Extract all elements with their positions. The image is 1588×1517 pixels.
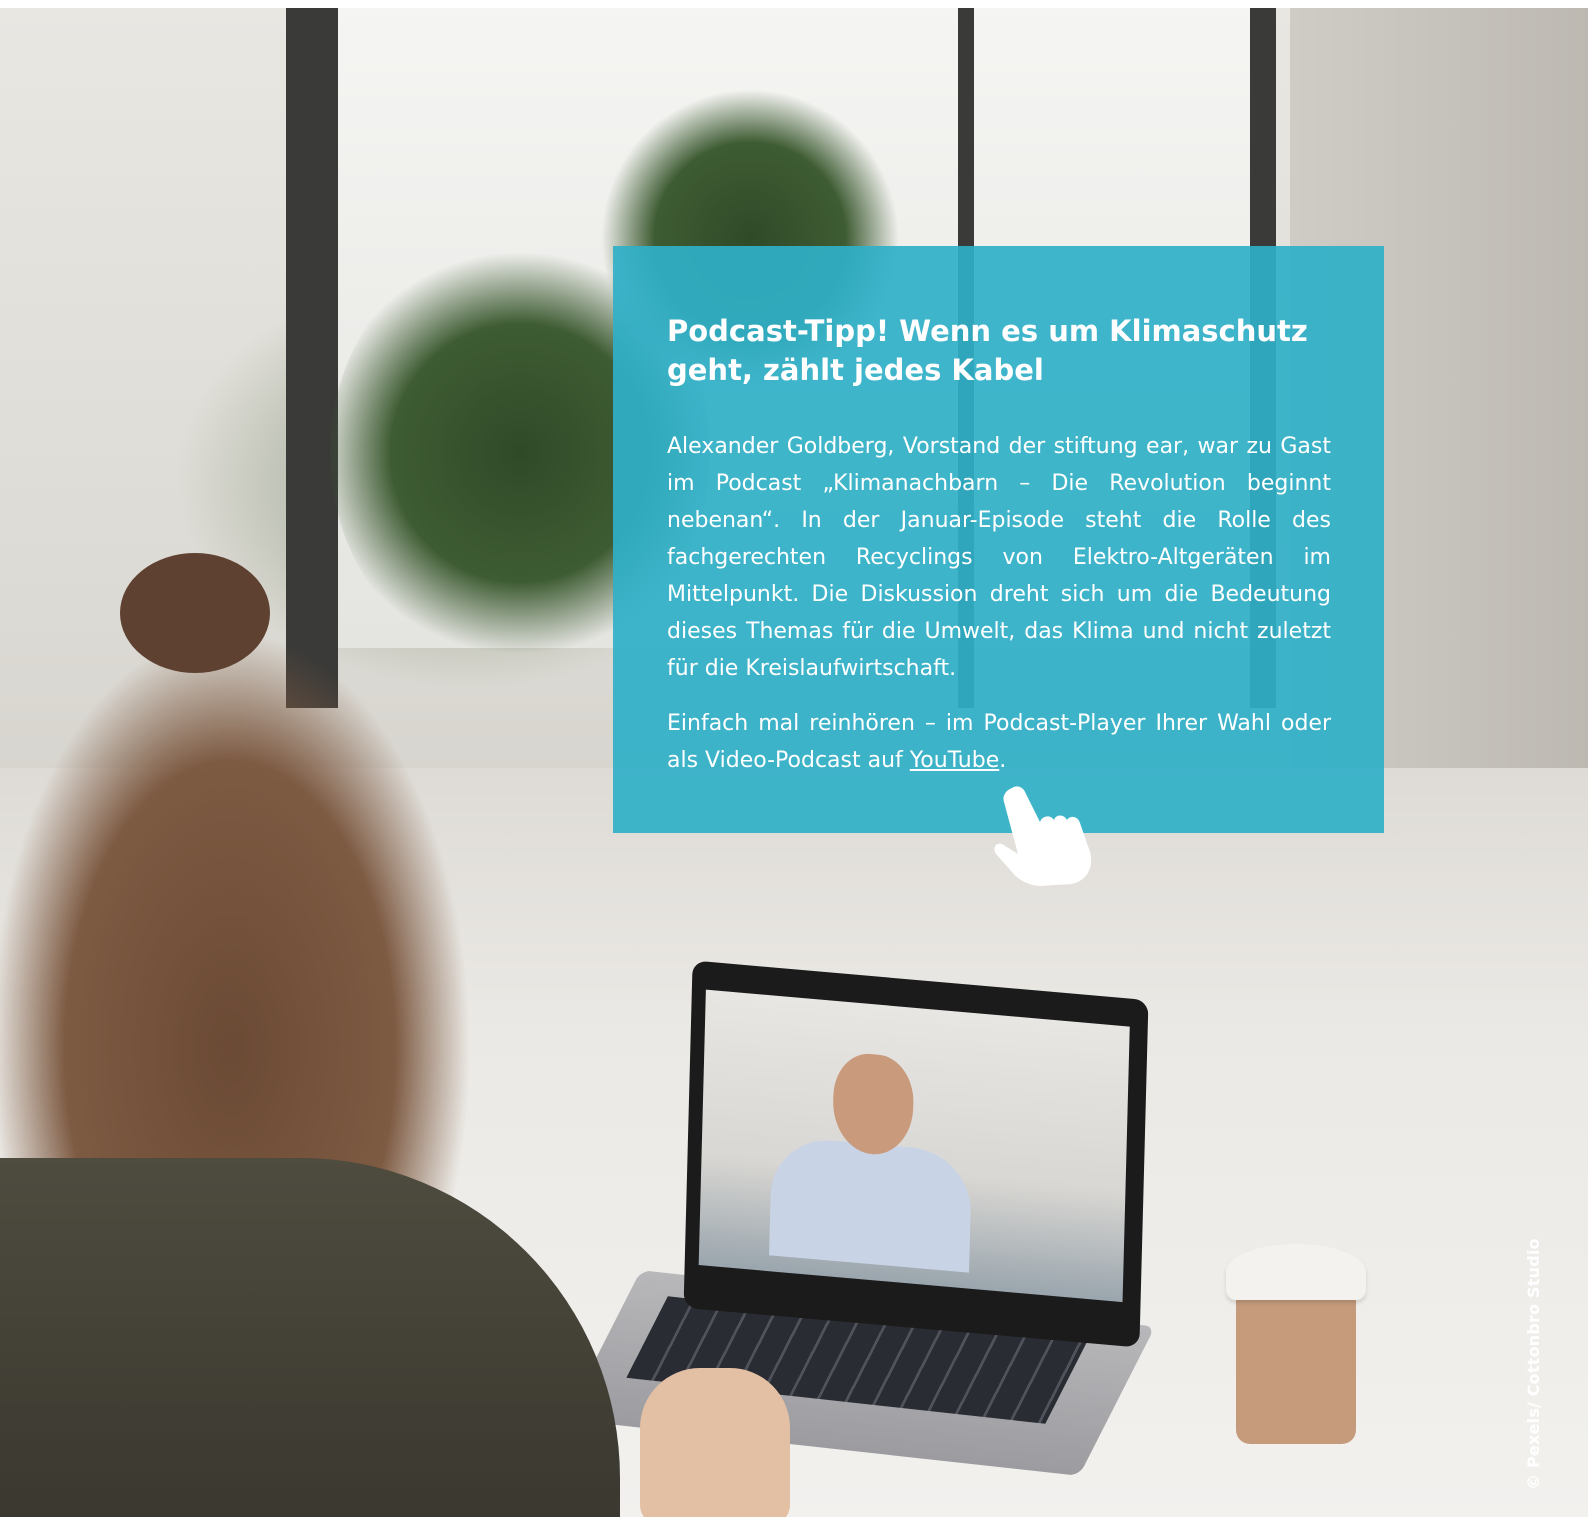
podcast-tip-panel: Podcast-Tipp! Wenn es um Klimaschutz geh… <box>613 246 1384 833</box>
podcast-tip-page: Podcast-Tipp! Wenn es um Klimaschutz geh… <box>0 0 1588 1517</box>
panel-paragraph-intro: Alexander Goldberg, Vorstand der stiftun… <box>667 434 1331 681</box>
laptop <box>683 960 1149 1348</box>
video-person-body <box>769 1135 973 1273</box>
listen-text-end: . <box>999 748 1007 773</box>
coffee-cup-lid <box>1226 1244 1366 1300</box>
coffee-cup-body <box>1236 1296 1356 1444</box>
photo-credit: © Pexels/ Cottonbro Studio <box>1524 1238 1543 1490</box>
coffee-cup <box>1226 1244 1366 1444</box>
pointing-hand-icon <box>990 780 1100 890</box>
woman-hand <box>640 1368 790 1517</box>
panel-paragraph-listen: Einfach mal reinhören – im Podcast-Playe… <box>667 705 1331 779</box>
woman-hair-bun <box>120 553 270 673</box>
panel-title: Podcast-Tipp! Wenn es um Klimaschutz geh… <box>667 314 1308 387</box>
laptop-video <box>698 989 1130 1303</box>
youtube-link[interactable]: YouTube <box>910 748 999 773</box>
